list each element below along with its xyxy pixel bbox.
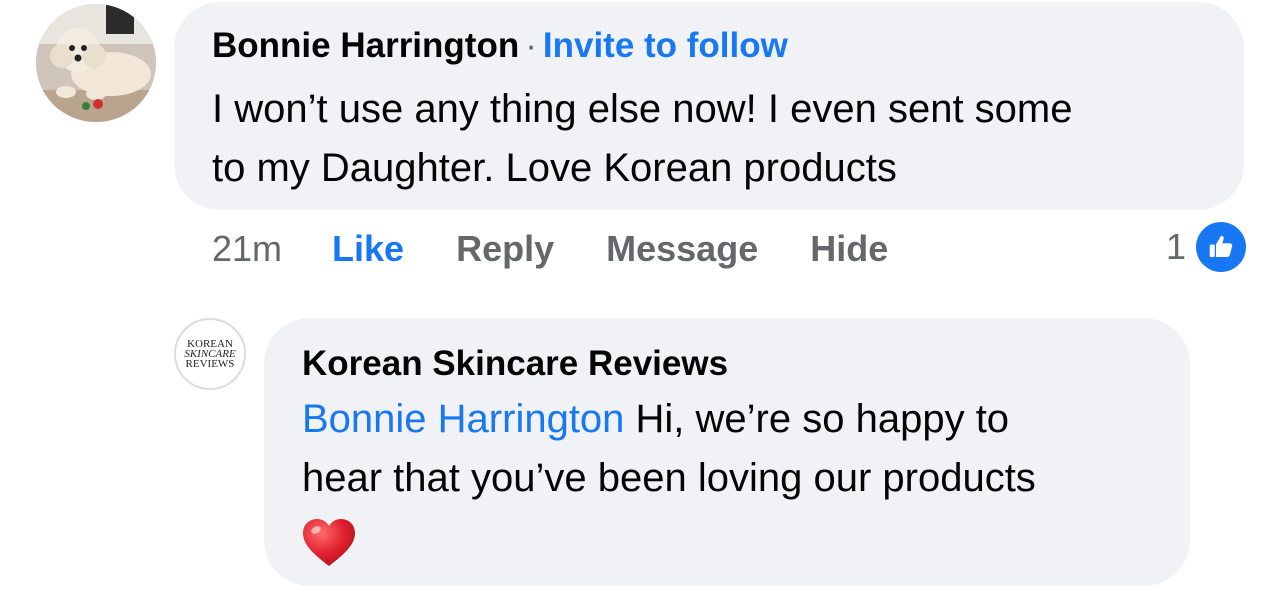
comment-text: I won’t use any thing else now! I even s… — [212, 80, 1232, 198]
reaction-count: 1 — [1166, 226, 1187, 267]
reply-author-name[interactable]: Korean Skincare Reviews — [302, 344, 728, 384]
reply-text: Bonnie Harrington Hi, we’re so happy to … — [302, 390, 1172, 568]
red-heart-icon — [303, 519, 355, 566]
page-avatar-logo[interactable]: KOREAN SKINCARE REVIEWS — [174, 318, 246, 390]
separator-dot: · — [525, 26, 537, 65]
comment-text-line: to my Daughter. Love Korean products — [212, 146, 897, 190]
like-button[interactable]: Like — [332, 228, 404, 270]
reply-text-line: hear that you’ve been loving our product… — [302, 456, 1036, 500]
hide-button[interactable]: Hide — [810, 228, 888, 270]
invite-to-follow-link[interactable]: Invite to follow — [543, 26, 788, 65]
reply-bubble: Korean Skincare Reviews Bonnie Harringto… — [264, 318, 1190, 586]
dog-photo-icon — [36, 4, 156, 122]
comment-text-line: I won’t use any thing else now! I even s… — [212, 87, 1073, 131]
reply-text-line: Bonnie Harrington Hi, we’re so happy to — [302, 390, 1172, 449]
user-avatar[interactable] — [36, 4, 156, 122]
comment-timestamp[interactable]: 21m — [212, 228, 282, 270]
reaction-summary[interactable]: 1 — [1166, 222, 1247, 272]
comment-actions: 21m Like Reply Message Hide — [212, 226, 940, 272]
comment-bubble: Bonnie Harrington · Invite to follow I won… — [174, 2, 1244, 210]
reply-text-fragment: Hi, we’re so happy to — [624, 397, 1010, 441]
comment-author-name[interactable]: Bonnie Harrington — [212, 26, 519, 65]
message-button[interactable]: Message — [606, 228, 758, 270]
reply-button[interactable]: Reply — [456, 228, 554, 270]
mention-link[interactable]: Bonnie Harrington — [302, 397, 624, 441]
comment-header: Bonnie Harrington · Invite to follow — [212, 26, 788, 66]
comment-thread: Bonnie Harrington · Invite to follow I won… — [0, 0, 1284, 602]
logo-text: REVIEWS — [185, 358, 235, 370]
like-thumb-icon — [1196, 222, 1247, 272]
